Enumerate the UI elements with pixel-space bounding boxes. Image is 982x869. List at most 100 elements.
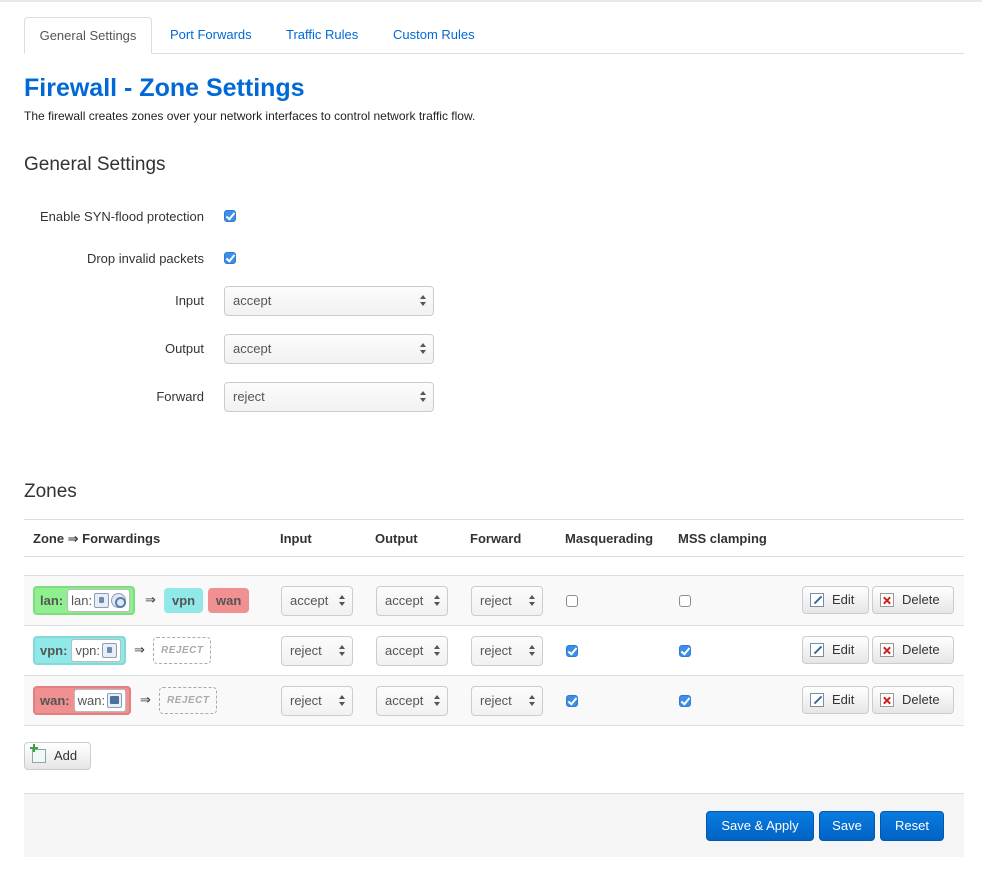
select-arrows-icon xyxy=(529,594,536,608)
tab-traffic-rules[interactable]: Traffic Rules xyxy=(270,17,374,54)
add-zone-button[interactable]: Add xyxy=(24,742,91,770)
input-policy-value: accept xyxy=(233,293,272,308)
zone-forward-select[interactable]: reject xyxy=(471,686,543,716)
zone-badge-vpn: vpn: vpn: xyxy=(33,636,127,665)
zones-table-header: Zone ⇒ Forwardings Input Output Forward … xyxy=(24,519,964,557)
masquerading-checkbox[interactable] xyxy=(566,595,578,607)
syn-flood-checkbox[interactable] xyxy=(224,210,236,222)
select-arrows-icon xyxy=(529,644,536,658)
delete-icon xyxy=(880,693,894,707)
zone-input-select[interactable]: reject xyxy=(281,686,353,716)
zone-badge-wan: wan: wan: xyxy=(33,686,132,715)
tab-port-forwards[interactable]: Port Forwards xyxy=(154,17,268,54)
forward-policy-select[interactable]: reject xyxy=(224,382,434,412)
zone-input-select[interactable]: reject xyxy=(281,636,353,666)
general-settings-heading: General Settings xyxy=(24,154,166,175)
select-arrows-icon xyxy=(339,644,346,658)
top-border xyxy=(0,0,982,2)
zone-input-select[interactable]: accept xyxy=(281,586,353,616)
interface-box: lan: xyxy=(67,589,131,612)
zone-forward-value: reject xyxy=(480,693,512,708)
forward-badge-wan: wan xyxy=(208,588,250,613)
reset-button[interactable]: Reset xyxy=(880,811,944,841)
edit-button[interactable]: Edit xyxy=(802,686,869,714)
add-button-label: Add xyxy=(54,748,78,763)
edit-icon xyxy=(810,593,824,607)
select-arrows-icon xyxy=(529,694,536,708)
interface-name: lan: xyxy=(71,593,93,608)
table-row: vpn: vpn: ⇒ REJECT reject accept reject … xyxy=(24,626,964,676)
wifi-icon xyxy=(111,593,127,608)
forward-policy-label: Forward xyxy=(156,389,204,404)
col-output: Output xyxy=(375,531,418,546)
zone-output-value: accept xyxy=(385,643,424,658)
delete-button[interactable]: Delete xyxy=(872,586,954,614)
zone-forward-value: reject xyxy=(480,643,512,658)
ethernet-icon xyxy=(102,643,118,658)
form-actions-bar: Save & Apply Save Reset xyxy=(24,793,964,857)
output-policy-label: Output xyxy=(164,341,204,356)
zone-input-value: reject xyxy=(290,643,322,658)
select-arrows-icon xyxy=(420,390,427,404)
select-arrows-icon xyxy=(339,594,346,608)
forward-arrow: ⇒ xyxy=(134,642,145,657)
zone-input-value: reject xyxy=(290,693,322,708)
delete-button[interactable]: Delete xyxy=(872,636,954,664)
interface-name: wan: xyxy=(77,693,106,708)
interface-name: vpn: xyxy=(75,643,101,658)
input-policy-select[interactable]: accept xyxy=(224,286,434,316)
zone-output-value: accept xyxy=(385,593,424,608)
zone-forward-select[interactable]: reject xyxy=(471,636,543,666)
table-spacer-row xyxy=(24,557,964,576)
zone-forward-value: reject xyxy=(480,593,512,608)
masquerading-checkbox[interactable] xyxy=(566,695,578,707)
masquerading-checkbox[interactable] xyxy=(566,645,578,657)
tab-custom-rules[interactable]: Custom Rules xyxy=(377,17,491,54)
zone-badge-lan: lan: lan: xyxy=(33,586,136,615)
select-arrows-icon xyxy=(434,694,441,708)
tab-bar: General Settings Port Forwards Traffic R… xyxy=(24,17,964,54)
save-apply-button[interactable]: Save & Apply xyxy=(706,811,814,841)
save-button[interactable]: Save xyxy=(819,811,875,841)
drop-invalid-checkbox[interactable] xyxy=(224,252,236,264)
interface-box: vpn: xyxy=(71,639,122,662)
mss-clamping-checkbox[interactable] xyxy=(679,645,691,657)
input-policy-label: Input xyxy=(175,293,204,308)
zone-forward-select[interactable]: reject xyxy=(471,586,543,616)
delete-button-label: Delete xyxy=(902,642,940,657)
zones-heading: Zones xyxy=(24,481,77,502)
zone-output-select[interactable]: accept xyxy=(376,586,448,616)
edit-button[interactable]: Edit xyxy=(802,636,869,664)
output-policy-value: accept xyxy=(233,341,272,356)
mss-clamping-checkbox[interactable] xyxy=(679,695,691,707)
network-icon xyxy=(107,693,123,708)
tab-general-settings[interactable]: General Settings xyxy=(24,17,152,54)
zone-name: vpn: xyxy=(40,643,68,658)
forward-arrow: ⇒ xyxy=(140,692,151,707)
forward-badge-vpn: vpn xyxy=(164,588,204,613)
select-arrows-icon xyxy=(420,342,427,356)
mss-clamping-checkbox[interactable] xyxy=(679,595,691,607)
select-arrows-icon xyxy=(339,694,346,708)
delete-icon xyxy=(880,643,894,657)
col-zone-forwardings: Zone ⇒ Forwardings xyxy=(33,531,161,546)
forward-policy-value: reject xyxy=(233,389,265,404)
drop-invalid-label: Drop invalid packets xyxy=(86,251,204,266)
select-arrows-icon xyxy=(420,294,427,308)
edit-icon xyxy=(810,693,824,707)
col-input: Input xyxy=(280,531,312,546)
zone-output-select[interactable]: accept xyxy=(376,686,448,716)
zone-output-select[interactable]: accept xyxy=(376,636,448,666)
syn-flood-label: Enable SYN-flood protection xyxy=(39,209,204,224)
forward-arrow: ⇒ xyxy=(145,592,156,607)
ethernet-icon xyxy=(94,593,110,608)
select-arrows-icon xyxy=(434,594,441,608)
delete-button[interactable]: Delete xyxy=(872,686,954,714)
reject-placeholder: REJECT xyxy=(159,687,218,714)
edit-button[interactable]: Edit xyxy=(802,586,869,614)
page-title: Firewall - Zone Settings xyxy=(24,74,305,102)
edit-button-label: Edit xyxy=(832,692,855,707)
edit-button-label: Edit xyxy=(832,592,855,607)
col-masquerading: Masquerading xyxy=(565,531,654,546)
output-policy-select[interactable]: accept xyxy=(224,334,434,364)
